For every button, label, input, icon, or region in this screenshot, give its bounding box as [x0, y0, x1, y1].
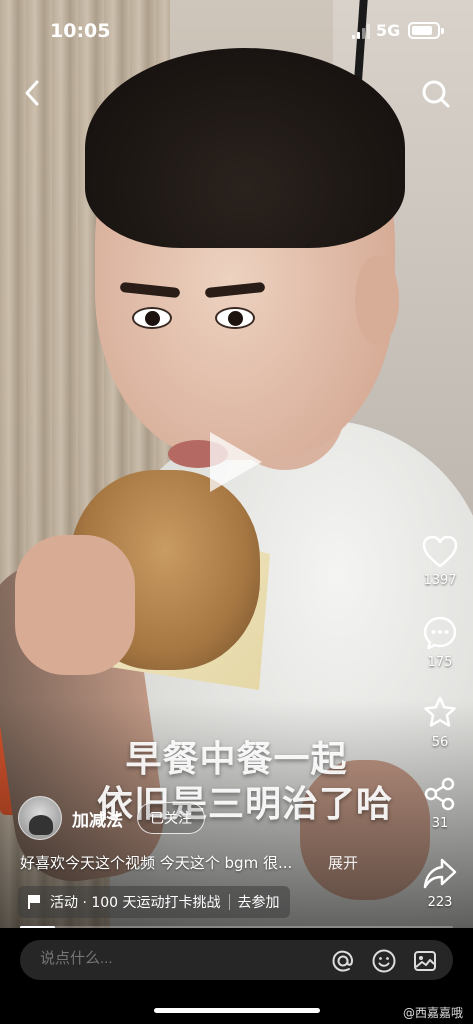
- comment-bar: [20, 940, 453, 980]
- like-button[interactable]: 1397: [412, 535, 468, 588]
- star-icon: [424, 696, 456, 727]
- author-name[interactable]: 加减法: [72, 806, 123, 831]
- share-button[interactable]: 31: [412, 776, 468, 831]
- at-icon[interactable]: [330, 948, 356, 974]
- comment-button[interactable]: 175: [412, 615, 468, 670]
- divider: [228, 894, 230, 910]
- hand: [15, 535, 135, 675]
- person-ear: [355, 255, 399, 345]
- person-hair: [85, 48, 405, 248]
- forward-button[interactable]: 223: [412, 857, 468, 910]
- share-icon: [424, 777, 455, 811]
- forward-icon: [423, 858, 457, 889]
- favorite-count: 56: [431, 735, 449, 750]
- home-indicator[interactable]: [154, 1008, 320, 1013]
- author-row: 加减法 已关注: [18, 796, 205, 840]
- heart-icon: [422, 535, 458, 568]
- network-type: 5G: [376, 21, 401, 40]
- image-icon[interactable]: [412, 948, 438, 974]
- avatar[interactable]: [18, 796, 62, 840]
- bottom-bar: @西嘉嘉哦: [0, 928, 473, 1024]
- flag-icon: [28, 895, 40, 909]
- emoji-icon[interactable]: [371, 948, 397, 974]
- right-eye: [215, 307, 255, 329]
- follow-button[interactable]: 已关注: [137, 802, 205, 834]
- video-description: 好喜欢今天这个视频 今天这个 bgm 很...: [20, 854, 293, 872]
- watermark: @西嘉嘉哦: [402, 1006, 463, 1020]
- comment-input[interactable]: [40, 950, 320, 967]
- activity-label: 活动 · 100 天运动打卡挑战: [50, 895, 221, 911]
- battery-icon: [408, 22, 444, 39]
- join-activity-link[interactable]: 去参加: [238, 892, 280, 912]
- search-icon[interactable]: [420, 78, 452, 110]
- like-count: 1397: [423, 573, 457, 588]
- back-icon[interactable]: [20, 78, 46, 108]
- forward-count: 223: [427, 895, 453, 910]
- play-icon[interactable]: [210, 432, 262, 492]
- share-count: 31: [431, 816, 449, 831]
- comment-count: 175: [427, 655, 453, 670]
- comment-icon: [423, 616, 457, 650]
- favorite-button[interactable]: 56: [412, 695, 468, 750]
- signal-icon: [352, 24, 370, 39]
- left-eye: [132, 307, 172, 329]
- activity-chip[interactable]: 活动 · 100 天运动打卡挑战 去参加: [18, 886, 290, 918]
- expand-link[interactable]: 展开: [328, 852, 358, 873]
- status-bar: 10:05 5G: [0, 0, 473, 60]
- status-time: 10:05: [50, 20, 111, 42]
